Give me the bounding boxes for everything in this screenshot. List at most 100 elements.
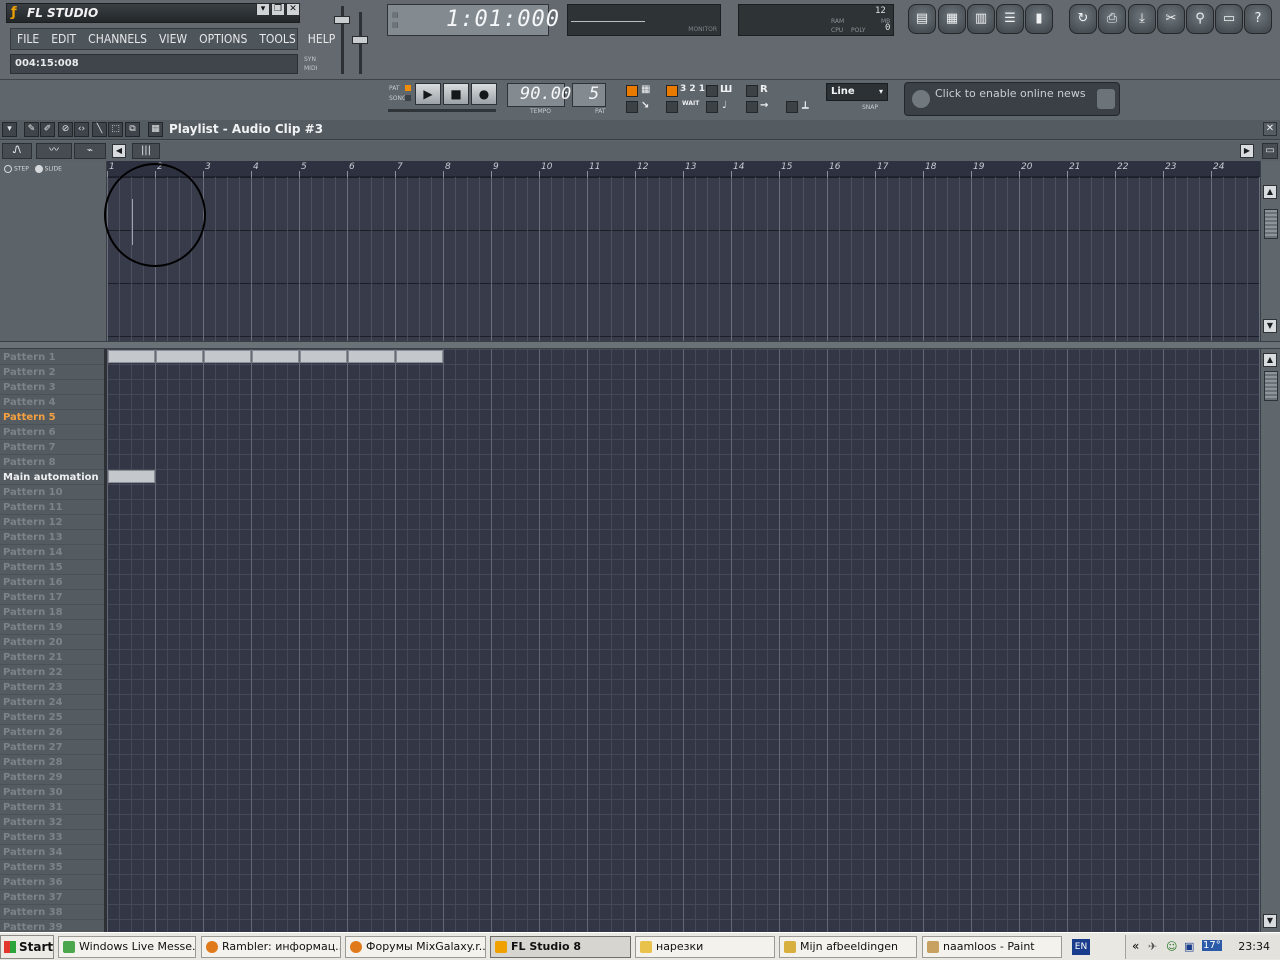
timeline-vertical-scrollbar[interactable]: ▲ ▼ — [1260, 161, 1280, 341]
song-mode-led[interactable] — [405, 95, 411, 101]
pattern-clip[interactable] — [204, 350, 251, 363]
project-info-icon[interactable]: ▭ — [1215, 4, 1243, 34]
pattern-row-label[interactable]: Pattern 25 — [0, 710, 104, 725]
pattern-row-label[interactable]: Pattern 28 — [0, 755, 104, 770]
playlist-titlebar[interactable]: ▾ ✎ ✐ ⊘ ‹› ╲ ⬚ ⧉ ▦ Playlist - Audio Clip… — [0, 120, 1280, 140]
menu-options[interactable]: OPTIONS — [193, 32, 253, 46]
pattern-row-label[interactable]: Pattern 35 — [0, 860, 104, 875]
task-fl-studio[interactable]: FL Studio 8 — [490, 936, 631, 958]
menu-file[interactable]: FILE — [11, 32, 45, 46]
pattern-row-label[interactable]: Pattern 36 — [0, 875, 104, 890]
pitch-knob[interactable] — [352, 36, 368, 44]
scroll-right-icon[interactable]: ▶ — [1240, 144, 1254, 158]
pattern-row-label[interactable]: Pattern 7 — [0, 440, 104, 455]
task-messenger[interactable]: Windows Live Messe... — [58, 936, 196, 958]
pattern-clip[interactable] — [108, 470, 155, 483]
slip-tool-icon[interactable]: ‹› — [74, 122, 89, 137]
pattern-row-label[interactable]: Pattern 33 — [0, 830, 104, 845]
tray-temperature[interactable]: 17° — [1202, 940, 1222, 951]
mixer-icon[interactable]: ▮ — [1025, 4, 1053, 34]
joystick-toggle[interactable] — [786, 101, 798, 113]
song-position-display[interactable]: ▤ ▤ 1:01:000 — [387, 4, 559, 36]
step-edit-icon[interactable]: ↘ — [641, 100, 649, 111]
pattern-row-label[interactable]: Pattern 22 — [0, 665, 104, 680]
stop-button[interactable]: ■ — [443, 83, 469, 105]
export-icon[interactable]: ⤓ — [1128, 4, 1156, 34]
draw-tool-icon[interactable]: ✎ — [24, 122, 39, 137]
pane-divider[interactable] — [0, 341, 1280, 349]
pattern-row-label[interactable]: Pattern 14 — [0, 545, 104, 560]
pattern-row-label[interactable]: Pattern 23 — [0, 680, 104, 695]
pattern-row-label[interactable]: Pattern 18 — [0, 605, 104, 620]
timeline-grid[interactable] — [107, 177, 1260, 341]
pattern-row-label[interactable]: Pattern 8 — [0, 455, 104, 470]
minimize-button[interactable]: ▾ — [256, 3, 270, 16]
pattern-row-label[interactable]: Pattern 16 — [0, 575, 104, 590]
pattern-row-label[interactable]: Pattern 2 — [0, 365, 104, 380]
pattern-row-label[interactable]: Pattern 24 — [0, 695, 104, 710]
song-position-slider[interactable] — [388, 109, 496, 112]
pattern-row-label[interactable]: Pattern 12 — [0, 515, 104, 530]
step-radio[interactable] — [4, 165, 12, 173]
snap-dropdown[interactable]: Line ▾ — [826, 83, 888, 101]
record-mode-toggle[interactable] — [746, 85, 758, 97]
scroll-up-icon[interactable]: ▲ — [1263, 353, 1277, 367]
tray-expand-icon[interactable]: « — [1132, 939, 1139, 953]
step-sequencer-icon[interactable]: ▦ — [938, 4, 966, 34]
pattern-row-label[interactable]: Pattern 30 — [0, 785, 104, 800]
pattern-row-label[interactable]: Pattern 32 — [0, 815, 104, 830]
close-icon[interactable]: ✕ — [1263, 122, 1277, 136]
pattern-row-label[interactable]: Pattern 34 — [0, 845, 104, 860]
online-news-panel[interactable]: Click to enable online news — [904, 82, 1120, 116]
piano-roll-icon[interactable]: ▥ — [967, 4, 995, 34]
pattern-row-label[interactable]: Pattern 31 — [0, 800, 104, 815]
pattern-row-label[interactable]: Pattern 6 — [0, 425, 104, 440]
master-volume-slider[interactable] — [332, 4, 370, 76]
cut-icon[interactable]: ✂ — [1157, 4, 1185, 34]
pattern-arrangement-grid[interactable] — [107, 349, 1260, 932]
scroll-up-icon[interactable]: ▲ — [1263, 185, 1277, 199]
user-avatar-icon[interactable] — [1097, 89, 1115, 109]
pattern-row-label[interactable]: Pattern 38 — [0, 905, 104, 920]
task-folder-narezki[interactable]: нарезки — [635, 936, 775, 958]
pattern-row-label[interactable]: Pattern 4 — [0, 395, 104, 410]
metronome-toggle[interactable] — [626, 85, 638, 97]
audio-clip-timeline[interactable]: 1 2 3 4 5 6 7 8 9 10 11 12 13 14 15 16 17 18 19 20 21 22 23 24 — [107, 161, 1260, 341]
pattern-clip[interactable] — [108, 350, 155, 363]
pattern-row-label[interactable]: Pattern 13 — [0, 530, 104, 545]
tempo-display[interactable]: 90.000 — [507, 83, 581, 107]
tray-security-icon[interactable]: ▣ — [1184, 940, 1194, 953]
close-button[interactable]: ✕ — [286, 3, 300, 16]
zoom-handle[interactable]: ▭ — [1262, 143, 1278, 159]
tray-network-icon[interactable]: ✈ — [1148, 940, 1157, 953]
pattern-row-label[interactable]: Pattern 26 — [0, 725, 104, 740]
loop-record-toggle[interactable] — [706, 85, 718, 97]
automation-view-icon[interactable]: 〰 — [36, 143, 72, 159]
pattern-row-label[interactable]: Pattern 19 — [0, 620, 104, 635]
pattern-row-label[interactable]: Pattern 27 — [0, 740, 104, 755]
countdown-toggle[interactable] — [666, 85, 678, 97]
volume-knob[interactable] — [334, 16, 350, 24]
task-mixgalaxy[interactable]: Форумы MixGalaxy.r... — [345, 936, 486, 958]
search-icon[interactable]: ⚲ — [1186, 4, 1214, 34]
pat-mode-led[interactable] — [405, 85, 411, 91]
pattern-vertical-scrollbar[interactable]: ▲ ▼ — [1260, 349, 1280, 932]
pattern-blend-toggle[interactable] — [706, 101, 718, 113]
menu-view[interactable]: VIEW — [153, 32, 193, 46]
pattern-row-label[interactable]: Pattern 15 — [0, 560, 104, 575]
menu-channels[interactable]: CHANNELS — [82, 32, 153, 46]
blend-notes-toggle[interactable] — [626, 101, 638, 113]
pattern-row-label[interactable]: Pattern 11 — [0, 500, 104, 515]
horizontal-scroll-thumb[interactable]: ||| — [132, 143, 160, 159]
record-button[interactable]: ● — [471, 83, 497, 105]
scroll-down-icon[interactable]: ▼ — [1263, 914, 1277, 928]
pattern-row-label[interactable]: Pattern 17 — [0, 590, 104, 605]
pattern-row-label[interactable]: Pattern 3 — [0, 380, 104, 395]
playlist-icon[interactable]: ▤ — [908, 4, 936, 34]
task-paint[interactable]: naamloos - Paint — [922, 936, 1062, 958]
menu-edit[interactable]: EDIT — [45, 32, 82, 46]
select-tool-icon[interactable]: ⬚ — [108, 122, 123, 137]
pattern-row-label[interactable]: Pattern 21 — [0, 650, 104, 665]
mute-tool-icon[interactable]: ⊘ — [58, 122, 73, 137]
scroll-down-icon[interactable]: ▼ — [1263, 319, 1277, 333]
